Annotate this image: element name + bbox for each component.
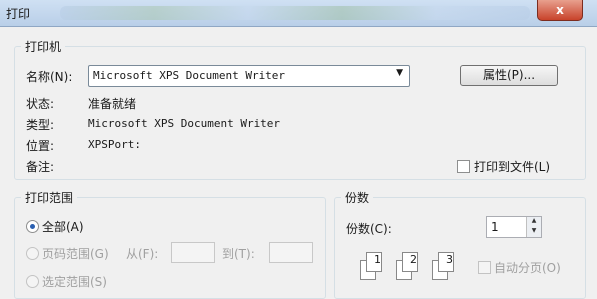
to-label: 到(T): <box>222 247 255 261</box>
where-label: 位置: <box>26 139 55 153</box>
status-value: 准备就绪 <box>88 97 137 111</box>
printer-name-label: 名称(N): <box>26 70 73 84</box>
comment-label: 备注: <box>26 160 55 174</box>
collate-label: 自动分页(O) <box>494 261 561 275</box>
collate-icon: 1 1 2 2 3 3 <box>360 248 470 280</box>
all-pages-label: 全部(A) <box>42 220 84 234</box>
type-value: Microsoft XPS Document Writer <box>88 117 281 130</box>
printer-name-value: Microsoft XPS Document Writer <box>93 69 286 82</box>
title-bar: 打印 x <box>0 0 597 27</box>
copies-value: 1 <box>491 220 499 234</box>
close-button[interactable]: x <box>537 0 583 21</box>
spin-up-icon[interactable]: ▲ <box>527 217 541 227</box>
type-label: 类型: <box>26 118 55 132</box>
where-value: XPSPort: <box>88 138 141 151</box>
printer-name-select[interactable]: Microsoft XPS Document Writer ▼ <box>88 65 410 87</box>
copies-label: 份数(C): <box>346 222 392 236</box>
window-title: 打印 <box>6 7 31 21</box>
selection-radio[interactable] <box>26 275 39 288</box>
spin-down-icon[interactable]: ▼ <box>527 227 541 237</box>
properties-button[interactable]: 属性(P)... <box>460 65 558 86</box>
collate-checkbox[interactable] <box>478 261 491 274</box>
print-to-file-label: 打印到文件(L) <box>474 160 551 174</box>
spin-arrows[interactable]: ▲ ▼ <box>526 217 541 237</box>
collate-page: 2 <box>402 252 418 272</box>
printer-group-label: 打印机 <box>21 38 66 55</box>
copies-stepper[interactable]: 1 ▲ ▼ <box>486 216 542 238</box>
page-range-label: 页码范围(G) <box>42 247 109 261</box>
page-range-radio[interactable] <box>26 247 39 260</box>
status-label: 状态: <box>26 97 55 111</box>
collate-page: 3 <box>438 252 454 272</box>
to-field[interactable] <box>269 242 313 263</box>
from-label: 从(F): <box>126 247 159 261</box>
copies-group-label: 份数 <box>341 189 374 206</box>
selection-label: 选定范围(S) <box>42 275 107 289</box>
collate-page: 1 <box>366 252 382 272</box>
chevron-down-icon: ▼ <box>396 68 403 78</box>
from-field[interactable] <box>171 242 215 263</box>
print-to-file-checkbox[interactable] <box>457 160 470 173</box>
print-range-label: 打印范围 <box>21 189 78 206</box>
title-bar-background <box>60 6 530 20</box>
all-pages-radio[interactable] <box>26 220 39 233</box>
